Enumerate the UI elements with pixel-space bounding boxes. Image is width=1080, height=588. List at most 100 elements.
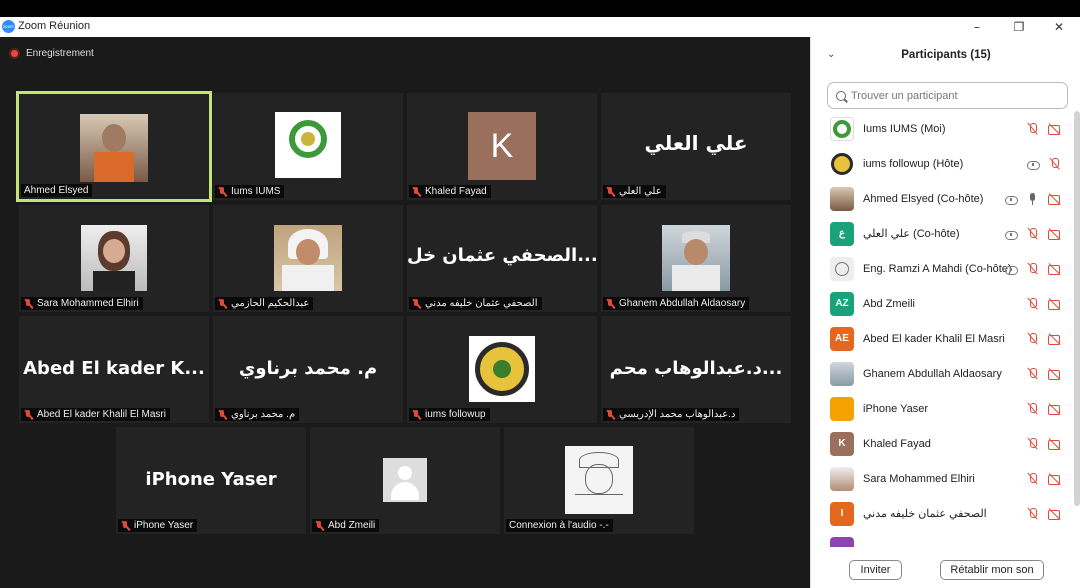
avatar: ع — [830, 221, 854, 246]
video-off-icon[interactable] — [1047, 122, 1063, 136]
mic-muted-icon — [412, 298, 421, 309]
panel-title: Participants (15) — [901, 49, 991, 61]
video-tile[interactable]: Sara Mohammed Elhiri — [19, 205, 209, 312]
video-off-icon[interactable] — [1047, 367, 1063, 381]
participant-name: Ahmed Elsyed (Co-hôte) — [863, 192, 984, 205]
mic-muted-icon[interactable] — [1025, 262, 1041, 276]
video-tile[interactable]: iums followup — [407, 316, 597, 423]
mic-muted-icon[interactable] — [1025, 472, 1041, 486]
mic-muted-icon[interactable] — [1025, 367, 1041, 381]
mic-muted-icon[interactable] — [1025, 122, 1041, 136]
video-off-icon[interactable] — [1047, 402, 1063, 416]
tile-name-label: iPhone Yaser — [118, 519, 198, 532]
cloud-icon — [1025, 157, 1041, 171]
video-tile[interactable]: Iums IUMS — [213, 93, 403, 200]
list-item[interactable]: AZ Abd Zmeili — [811, 286, 1073, 321]
video-off-icon[interactable] — [1047, 262, 1063, 276]
list-item[interactable]: AE Abed El kader Khalil El Masri — [811, 321, 1073, 356]
mic-muted-icon — [121, 520, 130, 531]
participant-name: iPhone Yaser — [863, 402, 929, 415]
unmute-button[interactable]: Rétablir mon son — [940, 560, 1044, 580]
video-off-icon[interactable] — [1047, 297, 1063, 311]
scrollbar[interactable] — [1074, 111, 1080, 506]
tile-display-name: علي العلي — [644, 131, 748, 155]
list-item[interactable]: iPhone Yaser — [811, 391, 1073, 426]
tile-display-name: د.عبدالوهاب محم... — [609, 358, 783, 379]
video-tile[interactable]: علي العلي علي العلي — [601, 93, 791, 200]
mic-muted-icon[interactable] — [1025, 227, 1041, 241]
participant-name: Sara Mohammed Elhiri — [863, 472, 975, 485]
list-item[interactable]: iums followup (Hôte) — [811, 146, 1073, 181]
video-off-icon[interactable] — [1047, 472, 1063, 486]
tile-name-label: Abed El kader Khalil El Masri — [21, 408, 170, 421]
video-tile[interactable]: د.عبدالوهاب محم... د.عبدالوهاب محمد الإد… — [601, 316, 791, 423]
video-tile[interactable]: الصحفي عثمان خل... الصحفي عثمان خليفه مد… — [407, 205, 597, 312]
video-tile[interactable]: Abed El kader K... Abed El kader Khalil … — [19, 316, 209, 423]
list-item[interactable]: Ghanem Abdullah Aldaosary — [811, 356, 1073, 391]
video-tile[interactable]: Ghanem Abdullah Aldaosary — [601, 205, 791, 312]
mic-muted-icon[interactable] — [1025, 402, 1041, 416]
participant-name: Iums IUMS (Moi) — [863, 122, 946, 135]
video-tile[interactable]: م. محمد برناوي م. محمد برناوي — [213, 316, 403, 423]
video-tile[interactable]: Abd Zmeili — [310, 427, 500, 534]
mic-muted-icon — [24, 409, 33, 420]
maximize-button[interactable]: ❐ — [999, 17, 1039, 37]
panel-footer: Inviter Rétablir mon son — [811, 557, 1080, 588]
participant-name: Abed El kader Khalil El Masri — [863, 332, 1005, 345]
mic-muted-icon[interactable] — [1025, 332, 1041, 346]
window-title: Zoom Réunion — [18, 20, 91, 32]
list-item[interactable]: Ahmed Elsyed (Co-hôte) — [811, 181, 1073, 216]
avatar — [830, 116, 854, 141]
list-item[interactable]: K Khaled Fayad — [811, 426, 1073, 461]
zoom-logo-icon: zoom — [2, 20, 15, 33]
tile-display-name: الصحفي عثمان خل... — [407, 245, 597, 266]
recording-indicator[interactable]: Enregistrement — [9, 46, 94, 60]
mic-muted-icon — [606, 409, 615, 420]
list-item[interactable]: Sara Mohammed Elhiri — [811, 461, 1073, 496]
mic-muted-icon[interactable] — [1047, 157, 1063, 171]
list-item[interactable]: ع علي العلي (Co-hôte) — [811, 216, 1073, 251]
participant-name: علي العلي (Co-hôte) — [863, 228, 960, 240]
video-tile[interactable]: K Khaled Fayad — [407, 93, 597, 200]
tile-name-label: Ahmed Elsyed — [21, 184, 93, 197]
video-tile[interactable]: Connexion à l'audio -.- — [504, 427, 694, 534]
participant-name: Eng. Ramzi A Mahdi (Co-hôte) — [863, 262, 1012, 275]
participant-name: Abd Zmeili — [863, 297, 915, 310]
tile-display-name: م. محمد برناوي — [238, 358, 378, 379]
participant-name: iums followup (Hôte) — [863, 157, 964, 170]
list-item[interactable]: Iums IUMS (Moi) — [811, 111, 1073, 146]
default-avatar-icon — [383, 458, 427, 502]
video-off-icon[interactable] — [1047, 437, 1063, 451]
video-off-icon[interactable] — [1047, 192, 1063, 206]
video-off-icon[interactable] — [1047, 227, 1063, 241]
mic-muted-icon — [218, 298, 227, 309]
mic-muted-icon — [218, 186, 227, 197]
avatar: AE — [830, 326, 854, 351]
tile-name-label: Iums IUMS — [215, 185, 285, 198]
video-tile[interactable]: عبدالحكيم الحازمي — [213, 205, 403, 312]
avatar: AZ — [830, 291, 854, 316]
mic-muted-icon[interactable] — [1025, 507, 1041, 521]
video-tile[interactable]: Ahmed Elsyed — [16, 91, 212, 202]
avatar — [830, 151, 854, 176]
minimize-button[interactable]: – — [957, 17, 997, 37]
tile-name-label: م. محمد برناوي — [215, 408, 300, 421]
list-item[interactable]: Eng. Ramzi A Mahdi (Co-hôte) — [811, 251, 1073, 286]
mic-muted-icon — [218, 409, 227, 420]
video-off-icon[interactable] — [1047, 332, 1063, 346]
invite-button[interactable]: Inviter — [849, 560, 902, 580]
mic-icon[interactable] — [1025, 192, 1041, 206]
video-tile[interactable]: iPhone Yaser iPhone Yaser — [116, 427, 306, 534]
mic-muted-icon — [606, 186, 615, 197]
mic-muted-icon[interactable] — [1025, 297, 1041, 311]
search-input[interactable]: Trouver un participant — [827, 82, 1068, 109]
recording-label: Enregistrement — [26, 47, 94, 59]
list-item[interactable]: I الصحفي عثمان خليفه مدني — [811, 496, 1073, 531]
avatar — [830, 396, 854, 421]
avatar — [830, 361, 854, 386]
mic-muted-icon[interactable] — [1025, 437, 1041, 451]
video-off-icon[interactable] — [1047, 507, 1063, 521]
list-item[interactable] — [811, 531, 1073, 547]
mic-muted-icon — [24, 298, 33, 309]
close-button[interactable]: ✕ — [1039, 17, 1079, 37]
